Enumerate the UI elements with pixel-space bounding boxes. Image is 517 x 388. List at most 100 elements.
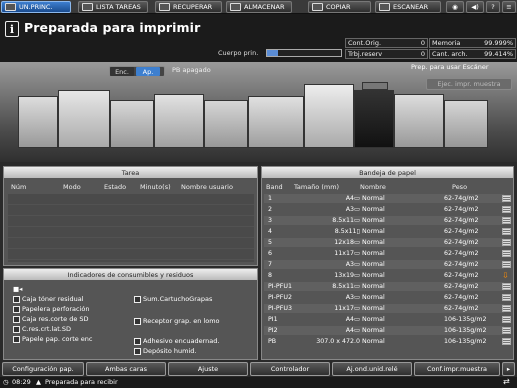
tray-level-gauge [502,316,511,323]
tray-level-gauge [502,217,511,224]
bandeja-title: Bandeja de papel [262,167,513,178]
tray-name: Normal [362,316,385,323]
memoria-stat: Memoria 99.999% [429,38,516,48]
col-modo: Modo [63,183,81,191]
tab-home[interactable]: UN.PRINC. [1,1,71,13]
tray-size: 8.5x11▯ [334,228,360,235]
status-time: 08:29 [12,378,31,386]
col-band: Band [266,183,283,191]
enc-button[interactable]: Enc. [110,67,134,76]
clock-icon: ◷ [3,378,9,386]
tray-size: A4▭ [345,327,360,334]
tab-scan[interactable]: ESCANEAR [375,1,441,13]
tray-size: A4▭ [345,316,360,323]
camera-icon: ■◂ [13,285,23,293]
tray-name: Normal [362,283,385,290]
tray-band: PI-PFU1 [268,283,292,290]
tray-peso: 62-74g/m2 [444,195,479,202]
tray-row[interactable]: 8 13x19▭ Normal 62-74g/m2 [264,271,504,280]
tray-row[interactable]: 4 8.5x11▯ Normal 62-74g/m2 [264,227,504,236]
tray-size: 8.5x11▭ [332,217,360,224]
tray-level-gauge [502,261,511,268]
tray-level-gauge [502,239,511,246]
duplex-button[interactable]: Ambas caras [86,362,166,376]
tray-band: 4 [268,228,273,235]
tray-row[interactable]: 3 8.5x11▭ Normal 62-74g/m2 [264,216,504,225]
tray-peso: 62-74g/m2 [444,283,479,290]
toner-box-icon [13,295,20,303]
staple-icon [134,295,141,303]
ap-button[interactable]: Ap. [136,67,160,76]
tab-copy[interactable]: COPIAR [308,1,371,13]
job-list-icon [82,3,93,11]
tray-name: Normal [362,239,385,246]
tray-row[interactable]: 7 A3▭ Normal 62-74g/m2 [264,260,504,269]
tray-peso: 62-74g/m2 [444,239,479,246]
glue-icon [134,337,141,345]
tab-job-list[interactable]: LISTA TAREAS [78,1,148,13]
tray-peso: 62-74g/m2 [444,294,479,301]
warning-icon: ⇩ [502,271,509,280]
col-tamano: Tamaño (mm) [294,183,340,191]
tray-size: A4▭ [345,195,360,202]
tray-peso: 106-135g/m2 [444,316,487,323]
lock-icon: ▲ [36,378,41,386]
tray-row[interactable]: 2 A3▭ Normal 62-74g/m2 [264,205,504,214]
tray-band: PI2 [268,327,278,334]
tray-row[interactable]: PI-PFU1 8.5x11▭ Normal 62-74g/m2 [264,282,504,291]
scanner-status: Prep. para usar Escáner [411,63,489,71]
tray-size: 8.5x11▭ [332,283,360,290]
tray-name: Normal [362,261,385,268]
sample-config-button[interactable]: Conf.impr.muestra [414,362,500,376]
tray-size: 12x18▭ [334,239,360,246]
tray-row[interactable]: PI-PFU3 11x17▭ Normal 62-74g/m2 [264,304,504,313]
speaker-icon: ◀) [471,3,479,11]
spine-staple-icon [134,317,141,325]
tray-band: PB [268,338,277,345]
network-button[interactable]: ◉ [446,1,464,13]
tray-band: 7 [268,261,273,268]
tray-row[interactable]: PB 307.0 x 472.0 Normal 106-135g/m2 [264,337,504,346]
side-trim-icon [13,325,20,333]
tray-row[interactable]: 6 11x17▭ Normal 62-74g/m2 [264,249,504,258]
controller-button[interactable]: Controlador [250,362,330,376]
help-button[interactable]: ? [486,1,500,13]
tab-recall[interactable]: RECUPERAR [155,1,222,13]
consumible-item: Papele pap. corte enc [13,335,93,343]
tray-row[interactable]: PI-PFU2 A3▭ Normal 62-74g/m2 [264,293,504,302]
tray-level-gauge [502,283,511,290]
info-icon: i [5,21,19,37]
tray-row[interactable]: PI2 A4▭ Normal 106-135g/m2 [264,326,504,335]
tray-peso: 62-74g/m2 [444,228,479,235]
cuerpo-label: Cuerpo prin. [218,49,259,57]
tray-row[interactable]: 5 12x18▭ Normal 62-74g/m2 [264,238,504,247]
trbj-reserv-stat: Trbj.reserv 0 [345,49,428,59]
tray-size: A3▭ [345,206,360,213]
tray-row[interactable]: 1 A4▭ Normal 62-74g/m2 [264,194,504,203]
cuerpo-progress-fill [267,50,279,56]
col-peso: Peso [452,183,468,191]
consumible-item: Adhesivo encuadernad. [134,337,219,345]
tray-name: Normal [362,228,385,235]
tray-name: Normal [362,272,385,279]
tray-band: PI1 [268,316,278,323]
sample-print-button[interactable]: Ejec. impr. muestra [426,78,512,90]
paper-trim-icon [13,335,20,343]
tray-row[interactable]: PI1 A4▭ Normal 106-135g/m2 [264,315,504,324]
next-page-button[interactable]: ▸ [502,362,515,376]
relay-adjust-button[interactable]: Aj.ond.unid.relé [332,362,412,376]
volume-button[interactable]: ◀) [466,1,484,13]
tray-peso: 62-74g/m2 [444,305,479,312]
adjust-button[interactable]: Ajuste [168,362,248,376]
tray-level-gauge [502,327,511,334]
paper-setting-button[interactable]: Configuración pap. [2,362,84,376]
tray-size: 13x19▭ [334,272,360,279]
col-nombre-usuario: Nombre usuario [181,183,233,191]
status-bar: ◷ 08:29 ▲ Preparada para recibir ⇄ [0,377,517,388]
col-nombre: Nombre [360,183,386,191]
water-tank-icon [134,347,141,355]
menu-button[interactable]: ≡ [502,1,516,13]
tab-store[interactable]: ALMACENAR [226,1,292,13]
scan-icon [379,3,390,11]
tray-band: 5 [268,239,273,246]
